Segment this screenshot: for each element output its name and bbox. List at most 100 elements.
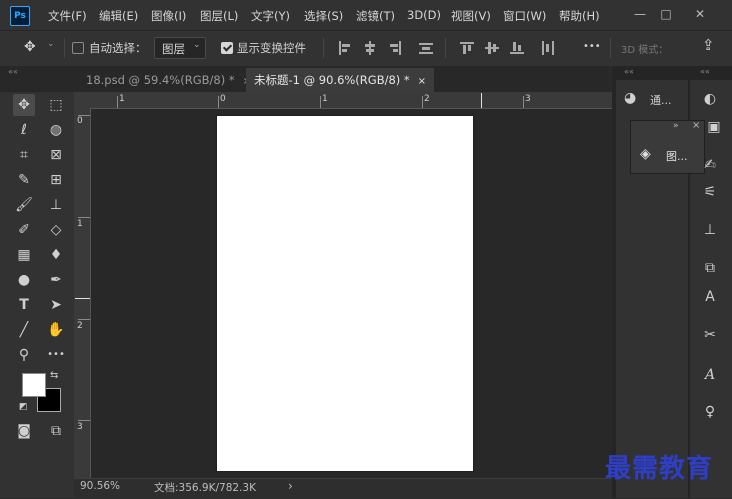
auto-select-label: 自动选择： — [89, 41, 147, 55]
distribute-horizontal-icon[interactable] — [541, 41, 555, 55]
menu-layer[interactable]: 图层(L) — [200, 8, 238, 24]
frame-tool-icon[interactable]: ⊠ — [45, 144, 67, 166]
collapse-panel-icon[interactable]: «« — [8, 67, 18, 76]
screen-mode-icon[interactable]: ⧉ — [45, 420, 67, 442]
maximize-button[interactable]: □ — [656, 5, 676, 23]
align-vertical-center-icon[interactable] — [485, 41, 499, 55]
ruler-label: 0 — [77, 116, 83, 126]
minimize-button[interactable]: — — [630, 5, 650, 23]
lasso-tool-icon[interactable]: ℓ — [13, 119, 35, 141]
libraries-icon[interactable]: ⧉ — [699, 257, 721, 279]
adjustments-icon[interactable]: ◐ — [699, 88, 721, 110]
learn-icon[interactable]: ♀ — [699, 401, 721, 423]
glyphs-icon[interactable]: A — [699, 364, 721, 386]
history-brush-tool-icon[interactable]: ✐ — [13, 219, 35, 241]
menu-file[interactable]: 文件(F) — [48, 8, 87, 24]
path-select-tool-icon[interactable]: ➤ — [45, 294, 67, 316]
auto-select-target-dropdown[interactable]: 图层 ⌄ — [154, 37, 206, 59]
distribute-vertical-icon[interactable] — [419, 41, 433, 55]
auto-select-checkbox[interactable] — [72, 42, 84, 54]
3d-mode-label: 3D 模式： — [621, 45, 669, 56]
close-button[interactable]: ✕ — [690, 5, 710, 23]
align-right-icon[interactable] — [388, 41, 402, 55]
character-icon[interactable]: A — [699, 286, 721, 308]
expand-panel-icon[interactable]: » — [673, 121, 679, 131]
menu-filter[interactable]: 滤镜(T) — [356, 8, 395, 24]
brush-settings-icon[interactable]: ✍ — [699, 154, 721, 176]
foreground-color-swatch[interactable] — [22, 373, 46, 397]
status-menu-arrow[interactable]: › — [288, 479, 293, 493]
layers-icon: ◈ — [640, 146, 651, 162]
eraser-tool-icon[interactable]: ◇ — [45, 219, 67, 241]
zoom-level[interactable]: 90.56% — [80, 480, 120, 492]
dodge-tool-icon[interactable]: ● — [13, 269, 35, 291]
clone-source-icon[interactable]: ⊥ — [699, 219, 721, 241]
show-transform-checkbox[interactable] — [221, 42, 233, 54]
menu-image[interactable]: 图像(I) — [151, 8, 186, 24]
swap-colors-icon[interactable]: ⇆ — [50, 370, 58, 381]
menu-window[interactable]: 窗口(W) — [503, 8, 546, 24]
share-icon[interactable]: ⇪ — [702, 36, 715, 54]
edit-toolbar-icon[interactable]: ••• — [45, 344, 67, 366]
ruler-label: 3 — [525, 94, 531, 104]
collapse-panel-icon[interactable]: «« — [624, 67, 634, 76]
tab-label: 未标题-1 @ 90.6%(RGB/8) * — [254, 73, 410, 87]
chevron-down-icon[interactable]: ⌄ — [47, 39, 55, 49]
pen-tool-icon[interactable]: ✒ — [45, 269, 67, 291]
ruler-label: 1 — [322, 94, 328, 104]
document-canvas[interactable] — [217, 116, 473, 471]
channels-panel-button[interactable]: ◕ 通... — [622, 88, 682, 110]
horizontal-ruler — [74, 92, 612, 109]
close-icon[interactable]: × — [692, 120, 700, 131]
navigator-icon[interactable]: ▣ — [703, 116, 725, 138]
watermark-text: 最需教育 — [605, 454, 714, 484]
show-transform-label: 显示变换控件 — [237, 41, 306, 55]
menu-type[interactable]: 文字(Y) — [251, 8, 290, 24]
photoshop-logo: Ps — [10, 6, 30, 26]
align-left-icon[interactable] — [338, 41, 352, 55]
align-bottom-icon[interactable] — [510, 41, 524, 55]
ruler-label: 2 — [77, 321, 83, 331]
gradient-tool-icon[interactable]: ▦ — [13, 244, 35, 266]
more-options-button[interactable]: ••• — [583, 41, 601, 52]
default-colors-icon[interactable]: ◩ — [19, 402, 28, 412]
tab-untitled-1[interactable]: 未标题-1 @ 90.6%(RGB/8) * × — [246, 68, 435, 92]
menu-view[interactable]: 视图(V) — [451, 8, 491, 24]
brush-tool-icon[interactable]: 🖌 — [13, 194, 35, 216]
ruler-label: 0 — [220, 94, 226, 104]
ruler-label: 3 — [77, 422, 83, 432]
hand-tool-icon[interactable]: ✋ — [45, 319, 67, 341]
zoom-tool-icon[interactable]: ⚲ — [13, 344, 35, 366]
move-tool-icon[interactable]: ✥ — [24, 39, 36, 55]
align-top-icon[interactable] — [460, 41, 474, 55]
dropdown-value: 图层 — [162, 42, 185, 56]
object-select-tool-icon[interactable]: ⊞ — [45, 169, 67, 191]
channels-label: 通... — [650, 94, 672, 107]
channels-icon: ◕ — [624, 90, 637, 106]
quick-select-tool-icon[interactable]: ◍ — [45, 119, 67, 141]
quick-mask-icon[interactable]: ◙ — [13, 420, 35, 442]
properties-icon[interactable]: ⚟ — [699, 181, 721, 203]
tab-18-psd[interactable]: 18.psd @ 59.4%(RGB/8) *× — [78, 68, 259, 92]
chevron-down-icon: ⌄ — [193, 40, 201, 50]
layers-panel-button[interactable]: ◈ 图... — [638, 144, 700, 166]
menu-select[interactable]: 选择(S) — [304, 8, 343, 24]
blur-tool-icon[interactable]: ♦ — [45, 244, 67, 266]
menu-3d[interactable]: 3D(D) — [407, 8, 441, 22]
layers-label: 图... — [666, 150, 688, 163]
align-horizontal-center-icon[interactable] — [363, 41, 377, 55]
eyedropper-tool-icon[interactable]: ✎ — [13, 169, 35, 191]
type-tool-icon[interactable]: T — [13, 294, 35, 316]
line-tool-icon[interactable]: ╱ — [13, 319, 35, 341]
collapse-panel-icon[interactable]: «« — [700, 67, 710, 76]
tool-presets-icon[interactable]: ✂ — [699, 324, 721, 346]
clone-stamp-tool-icon[interactable]: ⊥ — [45, 194, 67, 216]
move-tool-icon[interactable]: ✥ — [13, 94, 35, 116]
ruler-label: 1 — [119, 94, 125, 104]
crop-tool-icon[interactable]: ⌗ — [13, 144, 35, 166]
close-icon[interactable]: × — [418, 76, 426, 87]
menu-help[interactable]: 帮助(H) — [559, 8, 600, 24]
marquee-tool-icon[interactable]: ⬚ — [45, 94, 67, 116]
menu-edit[interactable]: 编辑(E) — [99, 8, 138, 24]
document-size-info: 文档:356.9K/782.3K — [154, 482, 256, 494]
